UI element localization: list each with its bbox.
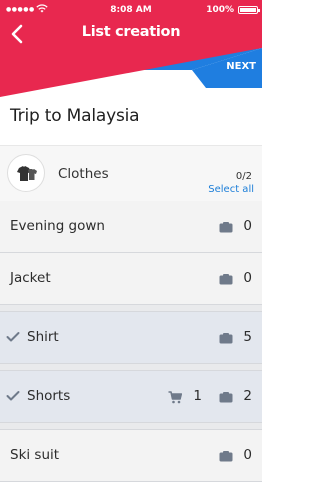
category-label: Clothes (58, 166, 109, 182)
item-name: Shirt (27, 329, 59, 345)
box-icon (219, 451, 233, 462)
list-divider (0, 364, 262, 371)
battery-icon (238, 6, 260, 14)
page-title: List creation (81, 24, 181, 40)
list-item-shorts[interactable]: Shorts 1 2 (0, 371, 262, 423)
category-header: Clothes 0/2 Select all (0, 145, 262, 202)
chevron-left-icon (11, 24, 23, 44)
status-bar: ●●●●● 8:08 AM 100% (0, 0, 262, 22)
item-quantity: 0 (243, 270, 252, 286)
item-quantity: 0 (243, 218, 252, 234)
list-item-ski-suit[interactable]: Ski suit 0 (0, 430, 262, 482)
item-quantity: 2 (243, 388, 252, 404)
next-button[interactable]: NEXT (226, 61, 256, 72)
list-item-jacket[interactable]: Jacket 0 (0, 253, 262, 305)
box-icon (219, 274, 233, 285)
list-item-shirt[interactable]: Shirt 5 (0, 312, 262, 364)
category-count: 0/2 (235, 171, 252, 182)
box-icon (219, 333, 233, 344)
item-list: Evening gown 0 Jacket 0 Shirt 5 Shorts 1… (0, 201, 262, 482)
item-quantity: 5 (243, 329, 252, 345)
item-name: Evening gown (10, 218, 105, 234)
check-icon (6, 391, 20, 401)
list-divider (0, 423, 262, 430)
item-name: Jacket (10, 270, 51, 286)
back-button[interactable] (6, 22, 30, 46)
category-icon (7, 154, 45, 192)
check-icon (6, 332, 20, 342)
cart-icon (168, 391, 182, 404)
box-icon (219, 222, 233, 233)
item-cart-count: 1 (193, 388, 202, 404)
list-title: Trip to Malaysia (10, 106, 140, 126)
tshirt-icon (17, 166, 37, 181)
item-name: Shorts (27, 388, 71, 404)
battery-percentage: 100% (206, 5, 234, 15)
box-icon (219, 392, 233, 403)
item-quantity: 0 (243, 447, 252, 463)
list-item-evening-gown[interactable]: Evening gown 0 (0, 201, 262, 253)
select-all-link[interactable]: Select all (208, 184, 254, 195)
list-divider (0, 305, 262, 312)
item-name: Ski suit (10, 447, 60, 463)
